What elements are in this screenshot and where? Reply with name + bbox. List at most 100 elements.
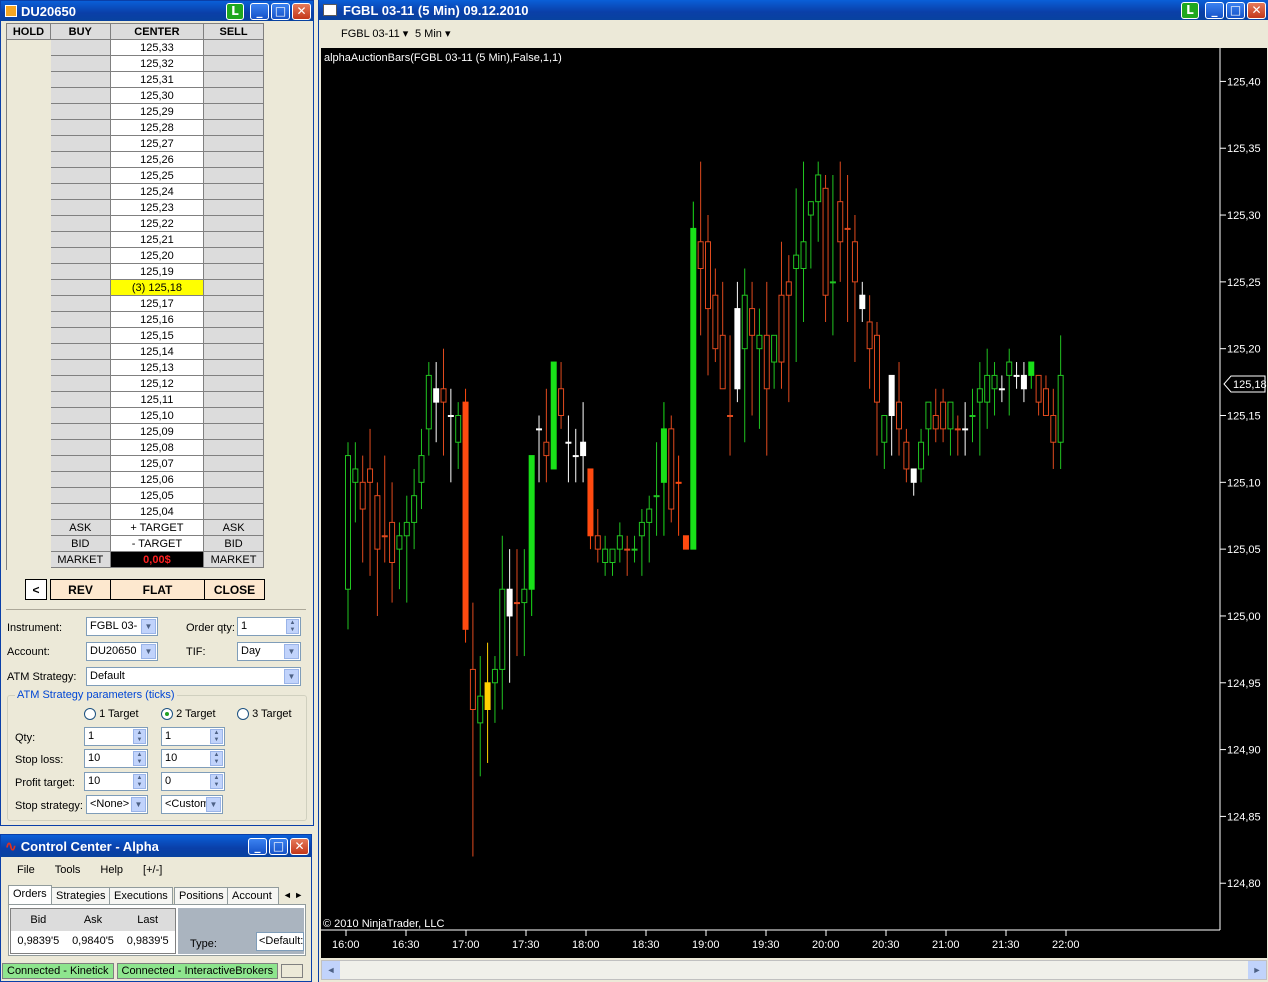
sell-cell[interactable] xyxy=(203,231,264,248)
interval-selector[interactable]: 5 Min ▾ xyxy=(415,27,450,40)
buy-cell[interactable] xyxy=(49,487,111,504)
tab-account[interactable]: Account xyxy=(227,887,279,905)
sell-cell[interactable] xyxy=(203,375,264,392)
ask-row-cell-2[interactable]: ASK xyxy=(203,519,264,536)
sell-cell[interactable] xyxy=(203,55,264,72)
tif-select[interactable]: Day ▼ xyxy=(237,642,301,661)
market-row-cell-2[interactable]: MARKET xyxy=(203,551,264,568)
sell-cell[interactable] xyxy=(203,279,264,296)
minimize-icon[interactable]: _ xyxy=(250,2,269,20)
chevron-down-icon[interactable]: ▼ xyxy=(141,619,156,634)
tab-executions[interactable]: Executions xyxy=(109,887,173,905)
hold-header[interactable]: HOLD xyxy=(6,23,51,40)
sell-cell[interactable] xyxy=(203,407,264,424)
buy-cell[interactable] xyxy=(49,247,111,264)
center-header[interactable]: CENTER xyxy=(109,23,205,40)
spinner-icon[interactable]: ▲ ▼ xyxy=(210,751,223,766)
buy-cell[interactable] xyxy=(49,183,111,200)
stop2-stepper[interactable]: 10 ▲ ▼ xyxy=(161,749,225,768)
scroll-left-icon[interactable]: ◄ xyxy=(322,961,340,979)
sell-cell[interactable] xyxy=(203,151,264,168)
buy-cell[interactable] xyxy=(49,87,111,104)
buy-cell[interactable] xyxy=(49,167,111,184)
close-icon[interactable]: ✕ xyxy=(1247,1,1266,19)
chevron-down-icon[interactable]: ▼ xyxy=(284,644,299,659)
account-select[interactable]: DU20650 ▼ xyxy=(86,642,158,661)
minimize-icon[interactable]: _ xyxy=(248,837,267,855)
sell-cell[interactable] xyxy=(203,471,264,488)
buy-cell[interactable] xyxy=(49,199,111,216)
buy-cell[interactable] xyxy=(49,407,111,424)
stop-strategy1-select[interactable]: <None> ▼ xyxy=(86,795,148,814)
buy-cell[interactable] xyxy=(49,263,111,280)
chevron-down-icon[interactable]: ▼ xyxy=(206,797,221,812)
buy-cell[interactable] xyxy=(49,71,111,88)
menu-tools[interactable]: Tools xyxy=(55,864,81,876)
candlestick-chart[interactable]: 125,40 125,35 125,30 125,25 125,20 125,15 125,… xyxy=(321,48,1267,958)
flat-button[interactable]: FLAT xyxy=(110,579,205,600)
order-qty-stepper[interactable]: 1 ▲ ▼ xyxy=(237,617,301,636)
sell-cell[interactable] xyxy=(203,359,264,376)
buy-cell[interactable] xyxy=(49,359,111,376)
buy-cell[interactable] xyxy=(49,423,111,440)
type-select[interactable]: <Default: xyxy=(256,932,304,951)
menu-file[interactable]: File xyxy=(17,864,35,876)
buy-cell[interactable] xyxy=(49,215,111,232)
sell-cell[interactable] xyxy=(203,423,264,440)
spinner-icon[interactable]: ▲ ▼ xyxy=(133,729,146,744)
market-row-cell-0[interactable]: MARKET xyxy=(49,551,111,568)
tab-strategies[interactable]: Strategies xyxy=(51,887,111,905)
chevron-down-icon[interactable]: ▼ xyxy=(141,644,156,659)
profit1-stepper[interactable]: 10 ▲ ▼ xyxy=(84,772,148,791)
target3-radio[interactable]: 3 Target xyxy=(237,708,292,721)
buy-cell[interactable] xyxy=(49,39,111,56)
target2-radio[interactable]: 2 Target xyxy=(161,708,216,721)
sell-cell[interactable] xyxy=(203,135,264,152)
sell-cell[interactable] xyxy=(203,455,264,472)
bid-row-cell-0[interactable]: BID xyxy=(49,535,111,552)
sell-cell[interactable] xyxy=(203,487,264,504)
maximize-icon[interactable]: □ xyxy=(1226,1,1245,19)
spinner-icon[interactable]: ▲ ▼ xyxy=(286,619,299,634)
tab-orders[interactable]: Orders xyxy=(8,885,52,905)
sell-cell[interactable] xyxy=(203,247,264,264)
sell-cell[interactable] xyxy=(203,71,264,88)
close-icon[interactable]: ✕ xyxy=(292,2,311,20)
buy-cell[interactable] xyxy=(49,375,111,392)
buy-cell[interactable] xyxy=(49,327,111,344)
minimize-icon[interactable]: _ xyxy=(1205,1,1224,19)
buy-cell[interactable] xyxy=(49,151,111,168)
sell-cell[interactable] xyxy=(203,343,264,360)
chevron-down-icon[interactable]: ▼ xyxy=(284,669,299,684)
buy-cell[interactable] xyxy=(49,311,111,328)
radio-selected-icon[interactable] xyxy=(161,708,173,721)
sell-cell[interactable] xyxy=(203,391,264,408)
buy-cell[interactable] xyxy=(49,119,111,136)
link-button[interactable]: L xyxy=(226,2,244,20)
buy-cell[interactable] xyxy=(49,343,111,360)
sell-cell[interactable] xyxy=(203,103,264,120)
sell-cell[interactable] xyxy=(203,327,264,344)
reverse-arrow-button[interactable]: < xyxy=(25,579,47,600)
atm-select[interactable]: Default ▼ xyxy=(86,667,301,686)
tab-positions[interactable]: Positions xyxy=(174,887,229,905)
rev-button[interactable]: REV xyxy=(50,579,111,600)
maximize-icon[interactable]: □ xyxy=(269,837,288,855)
buy-cell[interactable] xyxy=(49,503,111,520)
sell-cell[interactable] xyxy=(203,263,264,280)
profit2-stepper[interactable]: 0 ▲ ▼ xyxy=(161,772,225,791)
sell-cell[interactable] xyxy=(203,311,264,328)
link-button[interactable]: L xyxy=(1181,1,1199,19)
sell-cell[interactable] xyxy=(203,503,264,520)
sell-cell[interactable] xyxy=(203,119,264,136)
radio-icon[interactable] xyxy=(84,708,96,721)
spinner-icon[interactable]: ▲ ▼ xyxy=(133,774,146,789)
sell-cell[interactable] xyxy=(203,87,264,104)
buy-cell[interactable] xyxy=(49,455,111,472)
control-center-titlebar[interactable]: ∿ Control Center - Alpha _ □ ✕ xyxy=(1,835,311,857)
qty2-stepper[interactable]: 1 ▲ ▼ xyxy=(161,727,225,746)
buy-cell[interactable] xyxy=(49,103,111,120)
radio-icon[interactable] xyxy=(237,708,249,721)
qty1-stepper[interactable]: 1 ▲ ▼ xyxy=(84,727,148,746)
target1-radio[interactable]: 1 Target xyxy=(84,708,139,721)
